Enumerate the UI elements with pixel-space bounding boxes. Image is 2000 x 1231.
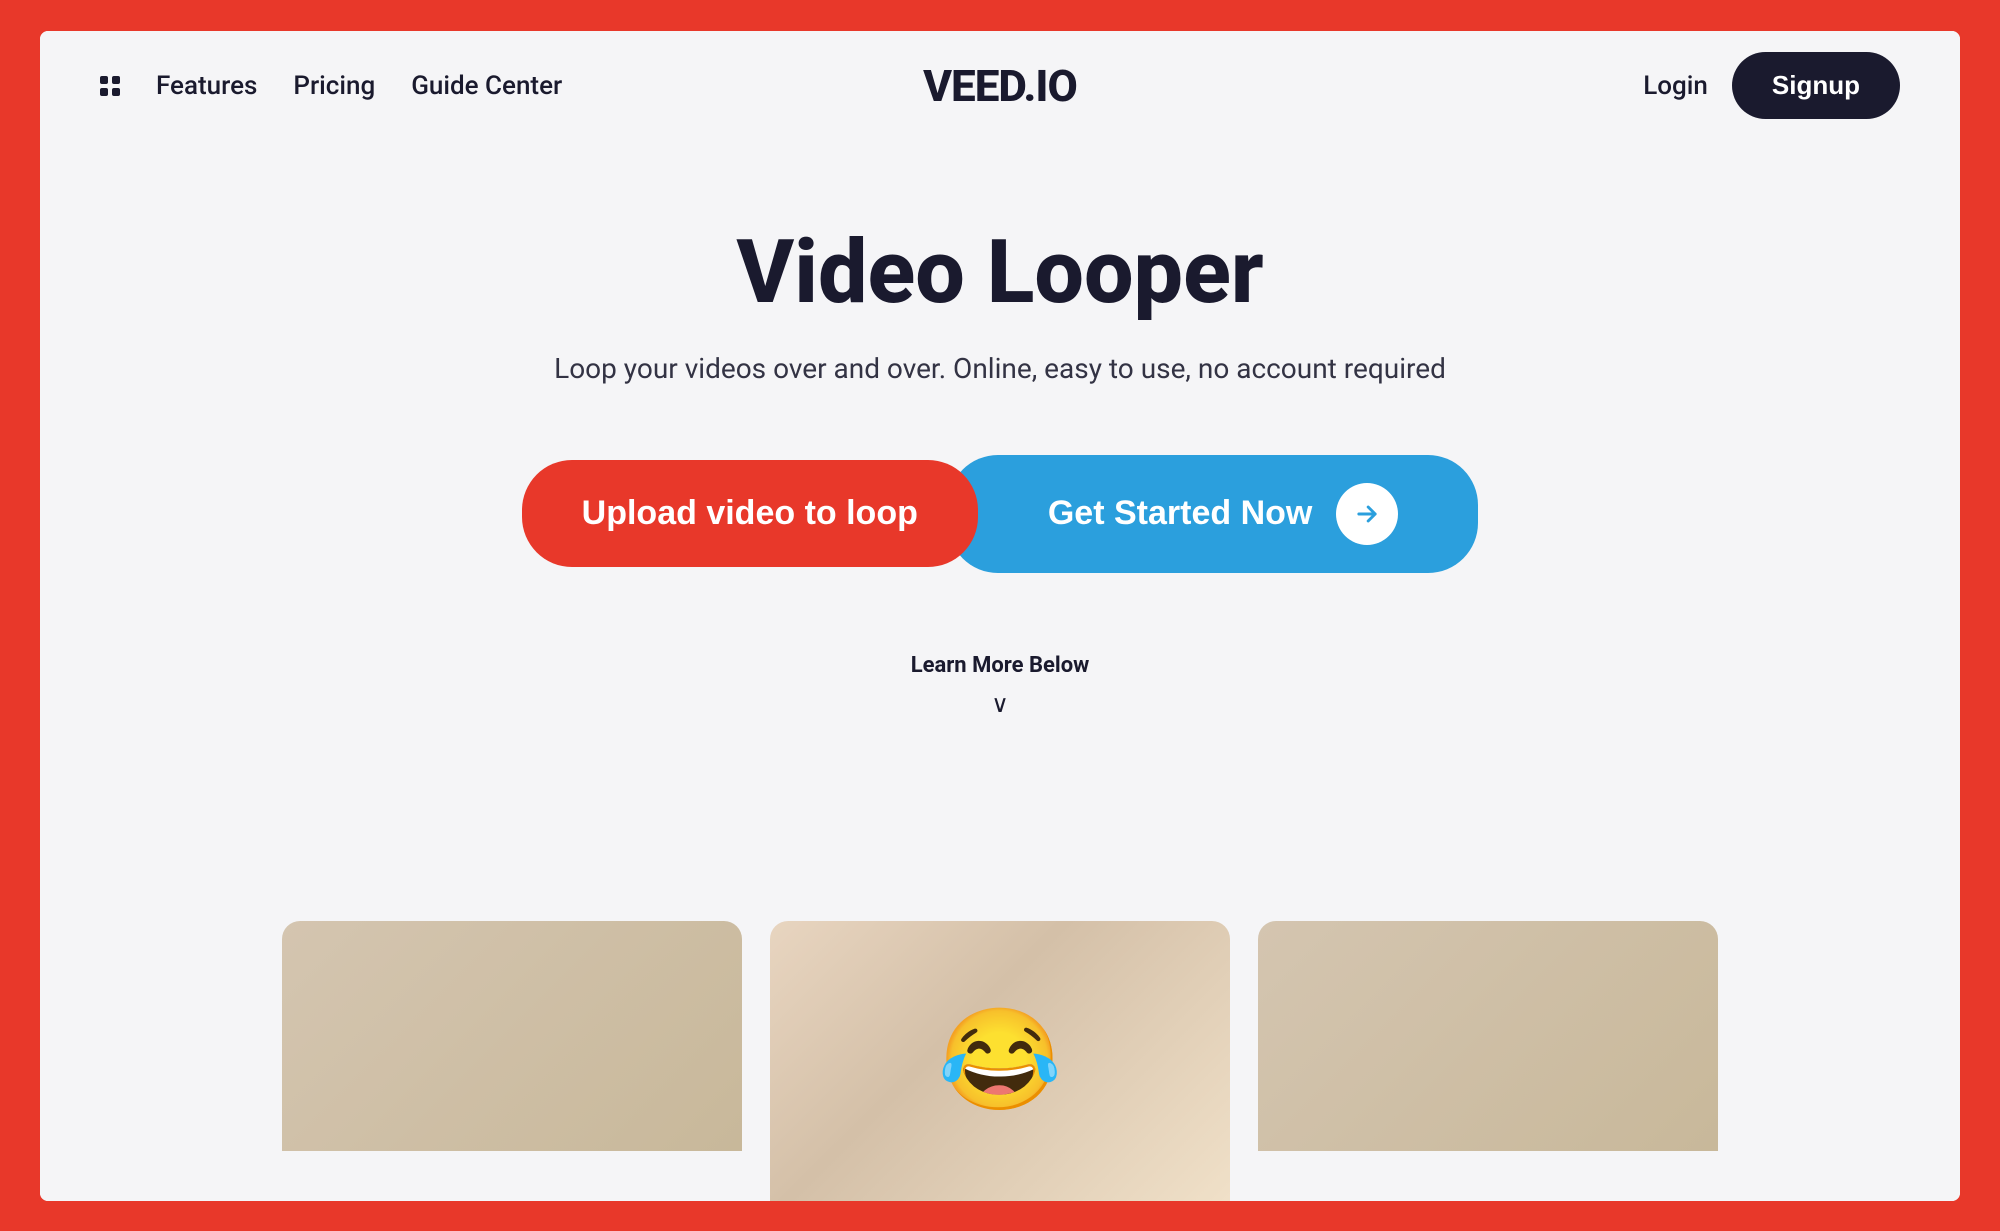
thumbnail-right: [1258, 921, 1718, 1151]
upload-video-button[interactable]: Upload video to loop: [522, 460, 978, 567]
learn-more-section: Learn More Below ∨: [911, 653, 1090, 718]
nav-guide-link[interactable]: Guide Center: [411, 71, 562, 101]
video-thumbnails-section: 😂: [40, 891, 1960, 1201]
nav-features-link[interactable]: Features: [156, 71, 257, 101]
emoji-icon: 😂: [938, 1002, 1063, 1119]
hero-section: Video Looper Loop your videos over and o…: [40, 141, 1960, 1201]
get-started-button[interactable]: Get Started Now: [948, 455, 1478, 573]
signup-button[interactable]: Signup: [1732, 52, 1900, 119]
grid-icon[interactable]: [100, 76, 120, 96]
nav-pricing-link[interactable]: Pricing: [293, 71, 375, 101]
brand-logo[interactable]: VEED.IO: [923, 60, 1077, 112]
thumbnails-row: 😂: [40, 921, 1960, 1201]
thumbnail-center: 😂: [770, 921, 1230, 1201]
page-frame: Features Pricing Guide Center VEED.IO Lo…: [40, 31, 1960, 1201]
nav-right: Login Signup: [1643, 52, 1900, 119]
get-started-label: Get Started Now: [1048, 494, 1312, 533]
login-link[interactable]: Login: [1643, 71, 1708, 101]
hero-title: Video Looper: [736, 221, 1263, 324]
arrow-circle: [1336, 483, 1398, 545]
nav-left: Features Pricing Guide Center: [100, 71, 562, 101]
arrow-right-icon: [1353, 500, 1381, 528]
navbar: Features Pricing Guide Center VEED.IO Lo…: [40, 31, 1960, 141]
chevron-down-icon: ∨: [991, 690, 1009, 718]
hero-subtitle: Loop your videos over and over. Online, …: [554, 352, 1446, 385]
cta-container: Upload video to loop Get Started Now: [522, 455, 1479, 573]
thumbnail-left: [282, 921, 742, 1151]
learn-more-text: Learn More Below: [911, 653, 1090, 678]
